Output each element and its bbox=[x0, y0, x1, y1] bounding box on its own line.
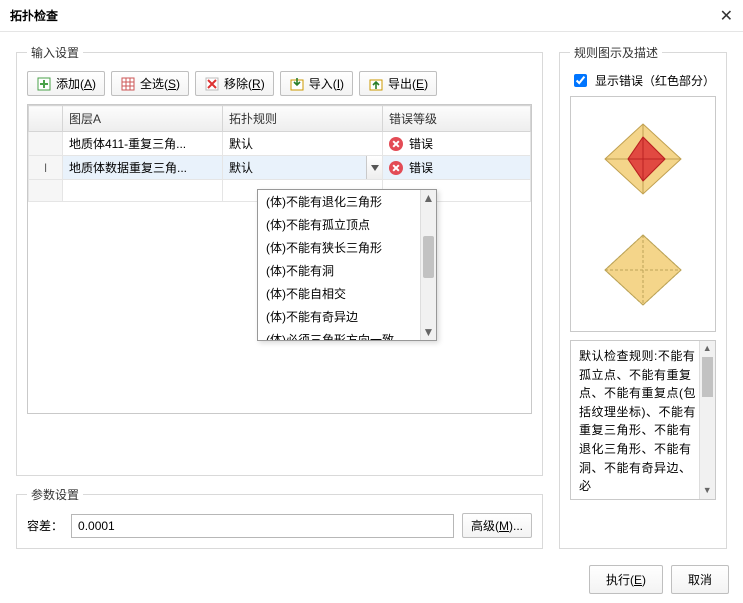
remove-button[interactable]: 移除(R) bbox=[195, 71, 274, 96]
add-button[interactable]: 添加(A) bbox=[27, 71, 105, 96]
scroll-up-icon[interactable]: ▲ bbox=[421, 190, 436, 206]
error-icon bbox=[389, 137, 403, 151]
scroll-down-icon[interactable]: ▼ bbox=[700, 483, 715, 499]
dropdown-item[interactable]: (体)不能有洞 bbox=[258, 259, 436, 282]
import-icon bbox=[289, 76, 305, 92]
scroll-down-icon[interactable]: ▼ bbox=[421, 324, 436, 340]
dropdown-item[interactable]: (体)不能有狭长三角形 bbox=[258, 236, 436, 259]
plus-icon bbox=[36, 76, 52, 92]
select-all-button[interactable]: 全选(S) bbox=[111, 71, 189, 96]
input-settings-group: 输入设置 添加(A) 全选(S) bbox=[16, 44, 543, 476]
rules-table[interactable]: 图层A 拓扑规则 错误等级 地质体411-重复三角... 默认 错误 I bbox=[27, 104, 532, 414]
toolbar: 添加(A) 全选(S) 移除(R) bbox=[27, 71, 532, 96]
input-settings-legend: 输入设置 bbox=[27, 44, 83, 61]
grid-icon bbox=[120, 76, 136, 92]
rule-dropdown[interactable]: (体)不能有退化三角形 (体)不能有孤立顶点 (体)不能有狭长三角形 (体)不能… bbox=[257, 189, 437, 341]
scroll-thumb[interactable] bbox=[702, 357, 713, 397]
col-level[interactable]: 错误等级 bbox=[383, 106, 531, 132]
table-row[interactable]: I 地质体数据重复三角... 默认 错误 bbox=[29, 156, 531, 180]
layer-cell[interactable]: 地质体数据重复三角... bbox=[63, 156, 223, 180]
preview-error-shape bbox=[600, 119, 686, 199]
col-layer[interactable]: 图层A bbox=[63, 106, 223, 132]
tolerance-label: 容差： bbox=[27, 517, 63, 534]
rule-cell[interactable]: 默认 bbox=[223, 132, 383, 156]
import-button[interactable]: 导入(I) bbox=[280, 71, 353, 96]
chevron-down-icon bbox=[371, 165, 379, 171]
dialog-title: 拓扑检查 bbox=[10, 7, 58, 24]
table-row[interactable]: 地质体411-重复三角... 默认 错误 bbox=[29, 132, 531, 156]
remove-icon bbox=[204, 76, 220, 92]
params-legend: 参数设置 bbox=[27, 486, 83, 503]
close-icon[interactable]: ✕ bbox=[720, 6, 733, 26]
dropdown-item[interactable]: (体)不能自相交 bbox=[258, 282, 436, 305]
show-errors-checkbox[interactable]: 显示错误（红色部分） bbox=[570, 71, 716, 90]
col-rule[interactable]: 拓扑规则 bbox=[223, 106, 383, 132]
preview-group: 规则图示及描述 显示错误（红色部分） 默认检查规则:不能有孤立点、不能有重复 bbox=[559, 44, 727, 549]
dropdown-item[interactable]: (体)不能有退化三角形 bbox=[258, 190, 436, 213]
titlebar: 拓扑检查 ✕ bbox=[0, 0, 743, 32]
rule-cell[interactable]: 默认 bbox=[223, 156, 383, 180]
dropdown-scrollbar[interactable]: ▲ ▼ bbox=[420, 190, 436, 340]
row-indicator-icon: I bbox=[29, 156, 63, 180]
dropdown-item[interactable]: (体)不能有奇异边 bbox=[258, 305, 436, 328]
params-group: 参数设置 容差： 高级(M)... bbox=[16, 486, 543, 549]
export-icon bbox=[368, 76, 384, 92]
cancel-button[interactable]: 取消 bbox=[671, 565, 729, 594]
error-icon bbox=[389, 161, 403, 175]
execute-button[interactable]: 执行(E) bbox=[589, 565, 663, 594]
preview-legend: 规则图示及描述 bbox=[570, 44, 662, 61]
rule-dropdown-button[interactable] bbox=[366, 156, 382, 179]
advanced-button[interactable]: 高级(M)... bbox=[462, 513, 532, 538]
export-button[interactable]: 导出(E) bbox=[359, 71, 437, 96]
scroll-up-icon[interactable]: ▲ bbox=[700, 341, 715, 357]
rule-preview bbox=[570, 96, 716, 332]
footer: 执行(E) 取消 bbox=[0, 555, 743, 603]
tolerance-input[interactable] bbox=[71, 514, 454, 538]
layer-cell[interactable]: 地质体411-重复三角... bbox=[63, 132, 223, 156]
description-scrollbar[interactable]: ▲ ▼ bbox=[699, 341, 715, 499]
dropdown-item[interactable]: (体)必须三角形方向一致 bbox=[258, 328, 436, 340]
rule-description: 默认检查规则:不能有孤立点、不能有重复点、不能有重复点(包括纹理坐标)、不能有重… bbox=[570, 340, 716, 500]
level-cell[interactable]: 错误 bbox=[383, 156, 531, 180]
preview-valid-shape bbox=[600, 230, 686, 310]
show-errors-input[interactable] bbox=[574, 74, 587, 87]
scroll-thumb[interactable] bbox=[423, 236, 434, 278]
level-cell[interactable]: 错误 bbox=[383, 132, 531, 156]
dropdown-item[interactable]: (体)不能有孤立顶点 bbox=[258, 213, 436, 236]
